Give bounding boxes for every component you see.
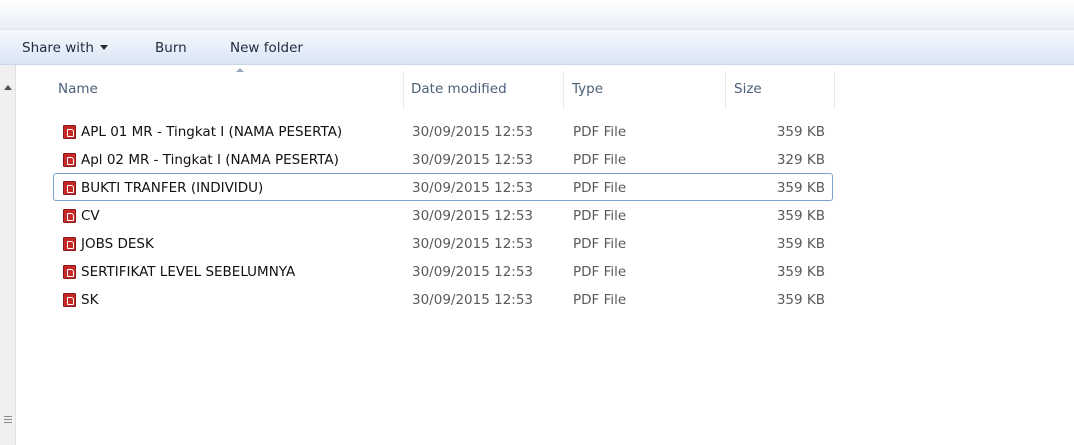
column-header-date-modified[interactable]: Date modified	[411, 65, 507, 109]
window-top-strip	[0, 0, 1074, 30]
file-row[interactable]: CV 30/09/2015 12:53 PDF File 359 KB	[53, 201, 833, 229]
file-name: BUKTI TRANFER (INDIVIDU)	[81, 180, 264, 196]
file-size: 359 KB	[776, 236, 825, 252]
file-name: APL 01 MR - Tingkat I (NAMA PESERTA)	[81, 124, 343, 140]
file-date-modified: 30/09/2015 12:53	[412, 264, 534, 280]
pdf-file-icon	[63, 125, 76, 139]
column-header-row: Name Date modified Type Size	[16, 65, 1074, 109]
file-name: JOBS DESK	[81, 236, 154, 252]
command-bar: Share with Burn New folder	[0, 30, 1074, 65]
column-header-size[interactable]: Size	[734, 65, 762, 109]
file-size: 359 KB	[776, 264, 825, 280]
file-date-modified: 30/09/2015 12:53	[412, 236, 534, 252]
file-type: PDF File	[573, 180, 627, 196]
share-with-label: Share with	[22, 40, 94, 56]
file-size: 359 KB	[776, 180, 825, 196]
column-divider[interactable]	[403, 71, 404, 109]
file-type: PDF File	[573, 208, 627, 224]
scroll-up-arrow-icon[interactable]	[4, 85, 12, 90]
file-row[interactable]: JOBS DESK 30/09/2015 12:53 PDF File 359 …	[53, 229, 833, 257]
file-size: 329 KB	[776, 152, 825, 168]
pdf-file-icon	[63, 293, 76, 307]
file-row[interactable]: APL 01 MR - Tingkat I (NAMA PESERTA) 30/…	[53, 117, 833, 145]
file-type: PDF File	[573, 152, 627, 168]
file-date-modified: 30/09/2015 12:53	[412, 292, 534, 308]
file-row[interactable]: SERTIFIKAT LEVEL SEBELUMNYA 30/09/2015 1…	[53, 257, 833, 285]
file-list: APL 01 MR - Tingkat I (NAMA PESERTA) 30/…	[53, 117, 833, 313]
pdf-file-icon	[63, 237, 76, 251]
burn-button[interactable]: Burn	[155, 38, 187, 58]
column-divider[interactable]	[834, 71, 835, 109]
pdf-file-icon	[63, 209, 76, 223]
file-name: CV	[81, 208, 100, 224]
file-size: 359 KB	[776, 208, 825, 224]
file-row[interactable]: Apl 02 MR - Tingkat I (NAMA PESERTA) 30/…	[53, 145, 833, 173]
column-header-type[interactable]: Type	[572, 65, 603, 109]
scroll-grip-icon[interactable]	[4, 416, 12, 425]
chevron-down-icon	[99, 44, 108, 50]
file-row[interactable]: SK 30/09/2015 12:53 PDF File 359 KB	[53, 285, 833, 313]
sort-ascending-icon	[236, 68, 244, 72]
file-type: PDF File	[573, 124, 627, 140]
file-name: Apl 02 MR - Tingkat I (NAMA PESERTA)	[81, 152, 339, 168]
file-size: 359 KB	[776, 292, 825, 308]
pdf-file-icon	[63, 265, 76, 279]
column-divider[interactable]	[725, 71, 726, 109]
file-row-focused[interactable]: BUKTI TRANFER (INDIVIDU) 30/09/2015 12:5…	[53, 173, 833, 201]
file-date-modified: 30/09/2015 12:53	[412, 124, 534, 140]
column-divider[interactable]	[563, 71, 564, 109]
file-name: SK	[81, 292, 99, 308]
file-date-modified: 30/09/2015 12:53	[412, 180, 534, 196]
file-type: PDF File	[573, 236, 627, 252]
share-with-button[interactable]: Share with	[22, 38, 108, 58]
file-size: 359 KB	[776, 124, 825, 140]
pdf-file-icon	[63, 153, 76, 167]
new-folder-button[interactable]: New folder	[230, 38, 303, 58]
vertical-scrollbar[interactable]	[0, 65, 16, 445]
file-date-modified: 30/09/2015 12:53	[412, 152, 534, 168]
pdf-file-icon	[63, 181, 76, 195]
file-type: PDF File	[573, 292, 627, 308]
file-name: SERTIFIKAT LEVEL SEBELUMNYA	[81, 264, 296, 280]
file-date-modified: 30/09/2015 12:53	[412, 208, 534, 224]
file-type: PDF File	[573, 264, 627, 280]
column-header-name[interactable]: Name	[58, 65, 98, 109]
